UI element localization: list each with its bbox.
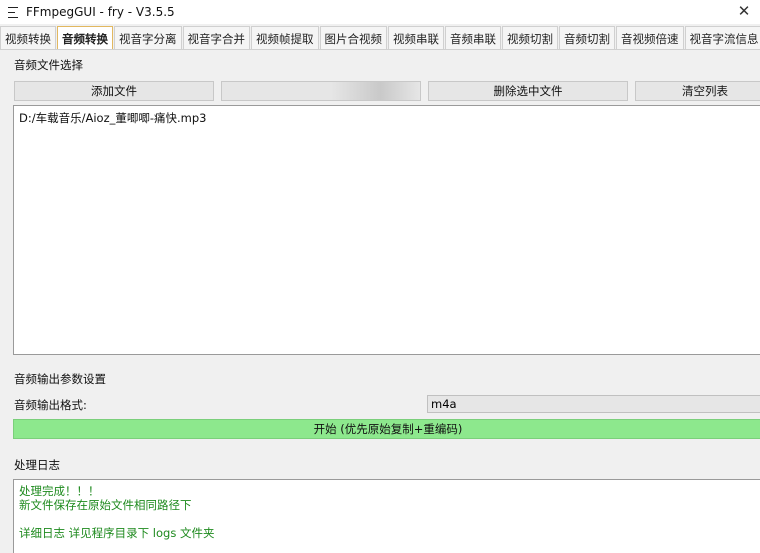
delete-selected-button[interactable]: 删除选中文件 bbox=[428, 81, 628, 101]
log-line: 处理完成！！！ bbox=[19, 484, 100, 498]
tab-video-convert[interactable]: 视频转换 bbox=[0, 26, 56, 50]
tab-frame-extract[interactable]: 视频帧提取 bbox=[251, 26, 319, 50]
output-section-label: 音频输出参数设置 bbox=[14, 372, 106, 386]
log-line: 新文件保存在原始文件相同路径下 bbox=[19, 498, 192, 512]
tab-av-merge[interactable]: 视音字合并 bbox=[182, 26, 250, 50]
tab-audio-concat[interactable]: 音频串联 bbox=[445, 26, 501, 50]
tab-video-cut[interactable]: 视频切割 bbox=[502, 26, 558, 50]
start-button[interactable]: 开始 (优先原始复制+重编码) bbox=[13, 419, 760, 439]
log-output: 处理完成！！！ 新文件保存在原始文件相同路径下 详细日志 详见程序目录下 log… bbox=[13, 479, 760, 553]
file-section-label: 音频文件选择 bbox=[14, 58, 83, 72]
tab-stream-info[interactable]: 视音字流信息 bbox=[684, 26, 760, 50]
format-select[interactable]: m4a bbox=[427, 395, 760, 413]
tab-audio-convert[interactable]: 音频转换 bbox=[57, 26, 113, 50]
format-label: 音频输出格式: bbox=[14, 398, 87, 412]
window-title: FFmpegGUI - fry - V3.5.5 bbox=[26, 5, 175, 19]
file-list[interactable]: D:/车载音乐/Aioz_董唧唧-痛快.mp3 bbox=[13, 105, 760, 355]
tab-av-separate[interactable]: 视音字分离 bbox=[114, 26, 182, 50]
title-bar: FFmpegGUI - fry - V3.5.5 ✕ bbox=[0, 0, 760, 24]
menu-icon[interactable] bbox=[2, 0, 24, 24]
close-icon[interactable]: ✕ bbox=[736, 3, 752, 19]
file-list-item[interactable]: D:/车载音乐/Aioz_董唧唧-痛快.mp3 bbox=[19, 110, 757, 126]
log-line: 详细日志 详见程序目录下 logs 文件夹 bbox=[19, 526, 215, 540]
add-file-button[interactable]: 添加文件 bbox=[14, 81, 214, 101]
tab-video-concat[interactable]: 视频串联 bbox=[388, 26, 444, 50]
log-section-label: 处理日志 bbox=[14, 458, 60, 472]
tab-images-to-video[interactable]: 图片合视频 bbox=[319, 26, 387, 50]
clear-list-button[interactable]: 清空列表 bbox=[635, 81, 760, 101]
tab-speed[interactable]: 音视频倍速 bbox=[616, 26, 684, 50]
tab-bar: 视频转换 音频转换 视音字分离 视音字合并 视频帧提取 图片合视频 视频串联 音… bbox=[0, 26, 760, 50]
unlabeled-button[interactable] bbox=[221, 81, 421, 101]
tab-divider bbox=[0, 49, 760, 50]
tab-audio-cut[interactable]: 音频切割 bbox=[559, 26, 615, 50]
